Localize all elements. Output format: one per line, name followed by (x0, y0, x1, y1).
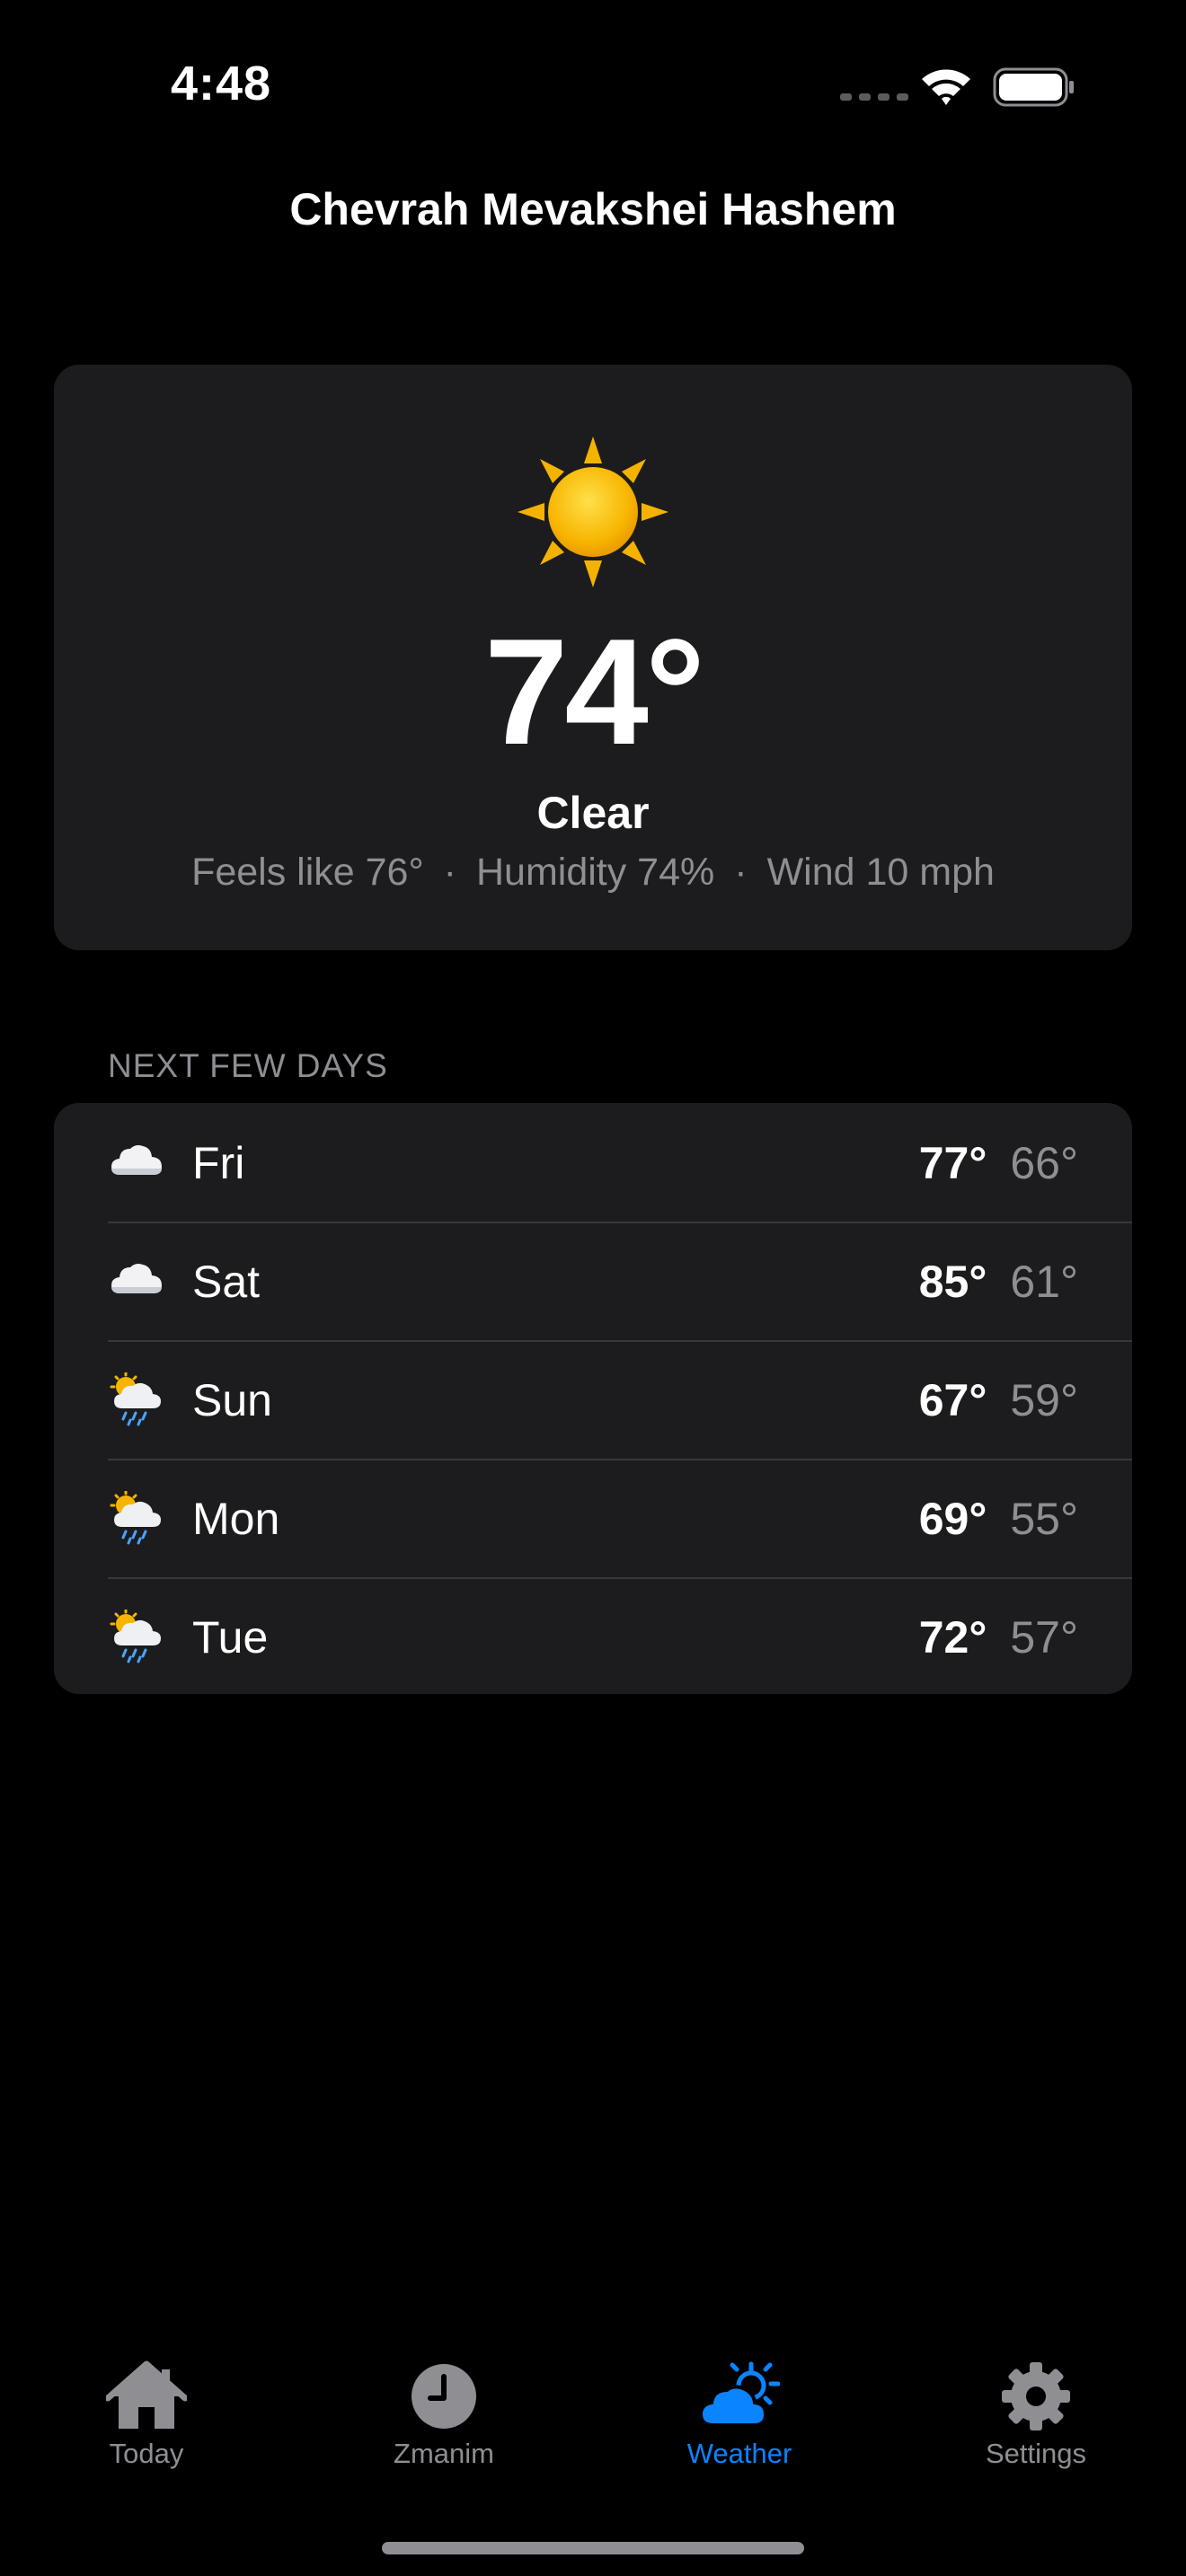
high-temp: 77° (918, 1138, 987, 1188)
forecast-day: Fri (192, 1138, 245, 1188)
wifi-icon (922, 69, 970, 105)
high-temp: 72° (918, 1612, 987, 1663)
gear-icon (1002, 2362, 1070, 2430)
row-divider (108, 1340, 1132, 1342)
wind: Wind 10 mph (766, 851, 995, 894)
low-temp: 55° (1010, 1494, 1078, 1544)
current-details: Feels like 76° · Humidity 74% · Wind 10 mph (0, 851, 1186, 895)
status-time: 4:48 (171, 57, 272, 110)
row-divider (108, 1577, 1132, 1579)
forecast-day: Sun (192, 1375, 272, 1425)
cloud-icon (111, 1145, 162, 1175)
low-temp: 61° (1010, 1257, 1078, 1307)
forecast-day: Sat (192, 1257, 261, 1307)
forecast-day: Tue (192, 1612, 269, 1663)
sun-behind-rain-cloud-icon (110, 1372, 161, 1426)
high-temp: 67° (918, 1375, 987, 1425)
sun-behind-rain-cloud-icon (110, 1491, 161, 1545)
forecast-row-tue: Tue 72° 57° (54, 1577, 1132, 1694)
sun-behind-rain-cloud-icon (110, 1610, 161, 1663)
tab-label: Settings (985, 2438, 1086, 2469)
separator: · (443, 851, 456, 894)
forecast-row-sat: Sat 85° 61° (54, 1222, 1132, 1340)
forecast-section-title: NEXT FEW DAYS (108, 1047, 388, 1084)
feels-like: Feels like 76° (191, 851, 424, 894)
cloud-icon (111, 1264, 162, 1293)
low-temp: 57° (1010, 1612, 1078, 1663)
cloud-sun-icon (699, 2361, 780, 2427)
forecast-temps: 69° 55° (919, 1493, 1078, 1545)
current-condition: Clear (536, 788, 650, 838)
tab-label: Today (109, 2438, 184, 2469)
tab-today[interactable]: Today (48, 2360, 245, 2470)
clock-icon (412, 2364, 476, 2429)
tab-weather[interactable]: Weather (641, 2360, 838, 2470)
forecast-row-mon: Mon 69° 55° (54, 1459, 1132, 1577)
battery-icon (993, 67, 1074, 107)
high-temp: 69° (918, 1494, 987, 1544)
forecast-day: Mon (192, 1494, 280, 1544)
row-divider (108, 1459, 1132, 1460)
sun-icon (518, 437, 668, 587)
current-temperature: 74° (483, 607, 705, 776)
tab-zmanim[interactable]: Zmanim (345, 2360, 543, 2470)
tab-settings[interactable]: Settings (937, 2360, 1135, 2470)
forecast-temps: 85° 61° (919, 1256, 1078, 1308)
forecast-row-sun: Sun 67° 59° (54, 1340, 1132, 1459)
separator: · (734, 851, 748, 894)
high-temp: 85° (918, 1257, 987, 1307)
page-title: Chevrah Mevakshei Hashem (289, 184, 897, 234)
forecast-temps: 67° 59° (919, 1374, 1078, 1426)
tab-label: Zmanim (394, 2438, 494, 2469)
house-icon (106, 2360, 187, 2429)
home-indicator[interactable] (382, 2542, 804, 2554)
low-temp: 59° (1010, 1375, 1078, 1425)
tab-label: Weather (686, 2438, 792, 2469)
forecast-card: Fri 77° 66° Sat 85° 61° Sun 67° 59° Mon … (54, 1103, 1132, 1694)
cellular-signal-icon (840, 93, 908, 101)
forecast-row-fri: Fri 77° 66° (54, 1103, 1132, 1222)
forecast-temps: 77° 66° (919, 1137, 1078, 1189)
humidity: Humidity 74% (475, 851, 715, 894)
low-temp: 66° (1010, 1138, 1078, 1188)
forecast-temps: 72° 57° (919, 1611, 1078, 1663)
row-divider (108, 1222, 1132, 1223)
